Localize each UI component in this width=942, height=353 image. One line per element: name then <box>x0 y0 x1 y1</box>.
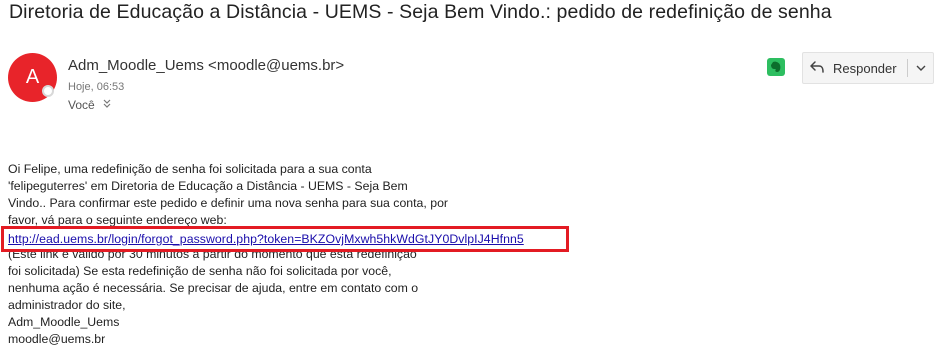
recipient-row[interactable]: Você <box>68 98 111 112</box>
recipient-label: Você <box>68 98 95 112</box>
reply-button-group: Responder <box>802 52 934 84</box>
body-line: moodle@uems.br <box>8 332 106 346</box>
chevron-down-icon <box>916 59 926 77</box>
chevron-down-icon[interactable] <box>103 99 111 111</box>
body-line: administrador do site, <box>8 298 126 312</box>
reply-options-button[interactable] <box>908 53 933 83</box>
reply-button[interactable]: Responder <box>803 53 907 83</box>
body-line: foi solicitada) Se esta redefinição de s… <box>8 264 392 278</box>
email-timestamp: Hoje, 06:53 <box>68 81 125 93</box>
body-line: Vindo.. Para confirmar este pedido e def… <box>8 196 448 210</box>
body-line: nenhuma ação é necessária. Se precisar d… <box>8 281 419 295</box>
avatar-letter: A <box>25 66 40 88</box>
sender-name[interactable]: Adm_Moodle_Uems <moodle@uems.br> <box>68 57 344 74</box>
presence-indicator <box>42 85 54 97</box>
email-body: Oi Felipe, uma redefinição de senha foi … <box>8 161 508 348</box>
reply-label: Responder <box>833 60 897 76</box>
body-line: 'felipeguterres' em Diretoria de Educaçã… <box>8 179 408 193</box>
password-reset-link[interactable]: http://ead.uems.br/login/forgot_password… <box>8 232 524 246</box>
email-subject: Diretoria de Educação a Distância - UEMS… <box>9 1 832 23</box>
body-line: Oi Felipe, uma redefinição de senha foi … <box>8 162 372 176</box>
reply-icon <box>809 60 825 77</box>
evernote-icon[interactable] <box>766 57 786 77</box>
body-line: Adm_Moodle_Uems <box>8 315 120 329</box>
